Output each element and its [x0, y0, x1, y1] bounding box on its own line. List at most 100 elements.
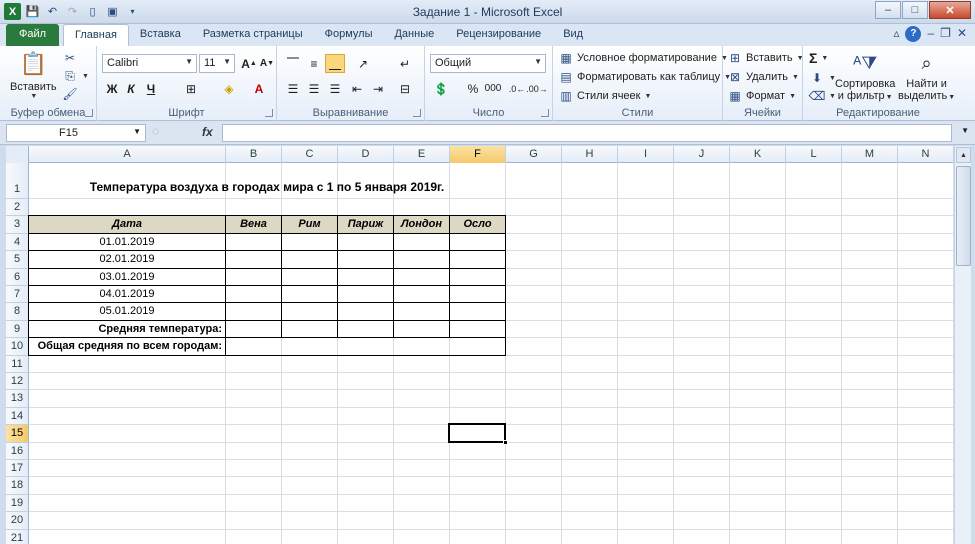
column-header-a[interactable]: A: [29, 146, 226, 163]
column-header-c[interactable]: C: [282, 146, 338, 163]
column-header-n[interactable]: N: [898, 146, 954, 163]
column-header-f[interactable]: F: [450, 146, 506, 163]
alignment-launcher-icon[interactable]: [413, 109, 421, 117]
minimize-ribbon-icon[interactable]: ▵: [893, 26, 899, 42]
tab-home[interactable]: Главная: [63, 24, 129, 46]
italic-button[interactable]: К: [121, 79, 141, 98]
maximize-button[interactable]: □: [902, 1, 928, 19]
font-launcher-icon[interactable]: [265, 109, 273, 117]
row-header-3[interactable]: 3: [6, 216, 29, 234]
fill-handle[interactable]: [503, 439, 508, 445]
sheet-title[interactable]: Температура воздуха в городах мира с 1 п…: [29, 163, 505, 198]
expand-formula-bar-icon[interactable]: ▼: [961, 126, 969, 135]
row-header-17[interactable]: 17: [6, 460, 29, 478]
align-left-icon[interactable]: ☰: [283, 79, 303, 98]
row-header-2[interactable]: 2: [6, 199, 29, 217]
row-header-5[interactable]: 5: [6, 251, 29, 269]
number-format-select[interactable]: Общий ▼: [430, 54, 546, 73]
format-painter-button[interactable]: 🖌: [62, 86, 78, 102]
column-header-k[interactable]: K: [730, 146, 786, 163]
row-header-16[interactable]: 16: [6, 442, 29, 460]
row-header-12[interactable]: 12: [6, 373, 29, 391]
row-header-1[interactable]: 1: [6, 163, 29, 199]
column-header-h[interactable]: H: [562, 146, 618, 163]
column-header-i[interactable]: I: [618, 146, 674, 163]
delete-cells-button[interactable]: ⊠ Удалить ▼: [727, 69, 799, 85]
redo-icon[interactable]: ↷: [64, 3, 81, 20]
scroll-up-icon[interactable]: ▲: [956, 147, 971, 163]
name-box[interactable]: F15 ▼: [6, 124, 146, 142]
align-middle-icon[interactable]: ≡: [304, 54, 324, 73]
select-all-corner[interactable]: [6, 146, 29, 163]
sort-filter-button[interactable]: ᴬ⧩ Сортировка и фильтр▼: [835, 48, 895, 104]
decrease-decimal-icon[interactable]: .00→: [526, 79, 548, 98]
align-center-icon[interactable]: ☰: [304, 79, 324, 98]
font-size-select[interactable]: 11 ▼: [199, 54, 235, 73]
close-button[interactable]: ✕: [929, 1, 971, 19]
row-header-13[interactable]: 13: [6, 390, 29, 408]
column-header-j[interactable]: J: [674, 146, 730, 163]
new-document-icon[interactable]: ▯: [84, 3, 101, 20]
row-header-7[interactable]: 7: [6, 286, 29, 304]
clipboard-launcher-icon[interactable]: [85, 109, 93, 117]
column-header-g[interactable]: G: [506, 146, 562, 163]
customize-toolbar-icon[interactable]: ▾: [124, 3, 141, 20]
fill-color-icon[interactable]: ◈: [219, 79, 239, 98]
paste-button[interactable]: 📋 Вставить ▼: [10, 49, 57, 100]
help-icon[interactable]: ?: [905, 26, 922, 42]
workbook-minimize-icon[interactable]: –: [927, 26, 934, 42]
tab-page-layout[interactable]: Разметка страницы: [192, 24, 314, 46]
bold-button[interactable]: Ж: [102, 79, 122, 98]
column-header-b[interactable]: B: [226, 146, 282, 163]
scroll-thumb[interactable]: [956, 166, 971, 266]
grow-font-icon[interactable]: A ▲: [239, 54, 259, 73]
row-header-10[interactable]: 10: [6, 338, 29, 356]
row-header-11[interactable]: 11: [6, 355, 29, 373]
wrap-text-icon[interactable]: ↵: [395, 54, 415, 73]
excel-app-icon[interactable]: X: [4, 3, 21, 20]
row-header-9[interactable]: 9: [6, 320, 29, 339]
find-select-button[interactable]: ⌕ Найти и выделить▼: [898, 48, 955, 104]
merge-cells-icon[interactable]: ⊟: [395, 79, 415, 98]
workbook-restore-icon[interactable]: ❐: [940, 26, 951, 42]
row-header-6[interactable]: 6: [6, 268, 29, 286]
row-header-4[interactable]: 4: [6, 233, 29, 252]
row-header-18[interactable]: 18: [6, 477, 29, 495]
save-icon[interactable]: 💾: [24, 3, 41, 20]
active-cell-selection[interactable]: [448, 423, 506, 443]
tab-review[interactable]: Рецензирование: [445, 24, 552, 46]
format-cells-button[interactable]: ▦ Формат ▼: [727, 88, 796, 104]
borders-icon[interactable]: ⊞: [181, 79, 201, 98]
fill-button[interactable]: ⬇ ▼: [809, 70, 836, 86]
orientation-icon[interactable]: ↗: [353, 54, 373, 73]
cell-styles-button[interactable]: ▥ Стили ячеек ▼: [558, 88, 651, 104]
tab-data[interactable]: Данные: [383, 24, 445, 46]
currency-icon[interactable]: 💲: [431, 79, 451, 98]
row-header-8[interactable]: 8: [6, 303, 29, 321]
align-right-icon[interactable]: ☰: [325, 79, 345, 98]
cut-button[interactable]: ✂: [62, 50, 78, 66]
row-header-21[interactable]: 21: [6, 529, 29, 544]
row-header-14[interactable]: 14: [6, 407, 29, 426]
decrease-indent-icon[interactable]: ⇤: [347, 79, 367, 98]
column-header-e[interactable]: E: [394, 146, 450, 163]
thousands-separator-button[interactable]: 000: [483, 79, 503, 98]
worksheet-grid[interactable]: ABCDEFGHIJKLMN 1 2 3 4 5 6 7 8 9 10 11 12 13 14 15 16 17…: [6, 146, 954, 544]
tab-file[interactable]: Файл: [6, 24, 60, 46]
increase-decimal-icon[interactable]: .0←: [507, 79, 527, 98]
row-header-15[interactable]: 15: [6, 425, 29, 443]
percent-button[interactable]: %: [463, 79, 483, 98]
font-color-icon[interactable]: A: [249, 79, 269, 98]
row-header-19[interactable]: 19: [6, 494, 29, 513]
format-as-table-button[interactable]: ▤ Форматировать как таблицу ▼: [558, 69, 731, 85]
column-header-d[interactable]: D: [338, 146, 394, 163]
conditional-formatting-button[interactable]: ▦ Условное форматирование ▼: [558, 50, 728, 66]
shrink-font-icon[interactable]: A ▼: [257, 54, 277, 73]
align-top-icon[interactable]: ⎺: [283, 54, 303, 73]
clear-button[interactable]: ⌫ ▼: [809, 88, 836, 104]
minimize-button[interactable]: –: [875, 1, 901, 19]
align-bottom-icon[interactable]: ⎽: [325, 54, 345, 73]
increase-indent-icon[interactable]: ⇥: [368, 79, 388, 98]
number-launcher-icon[interactable]: [541, 109, 549, 117]
column-header-l[interactable]: L: [786, 146, 842, 163]
